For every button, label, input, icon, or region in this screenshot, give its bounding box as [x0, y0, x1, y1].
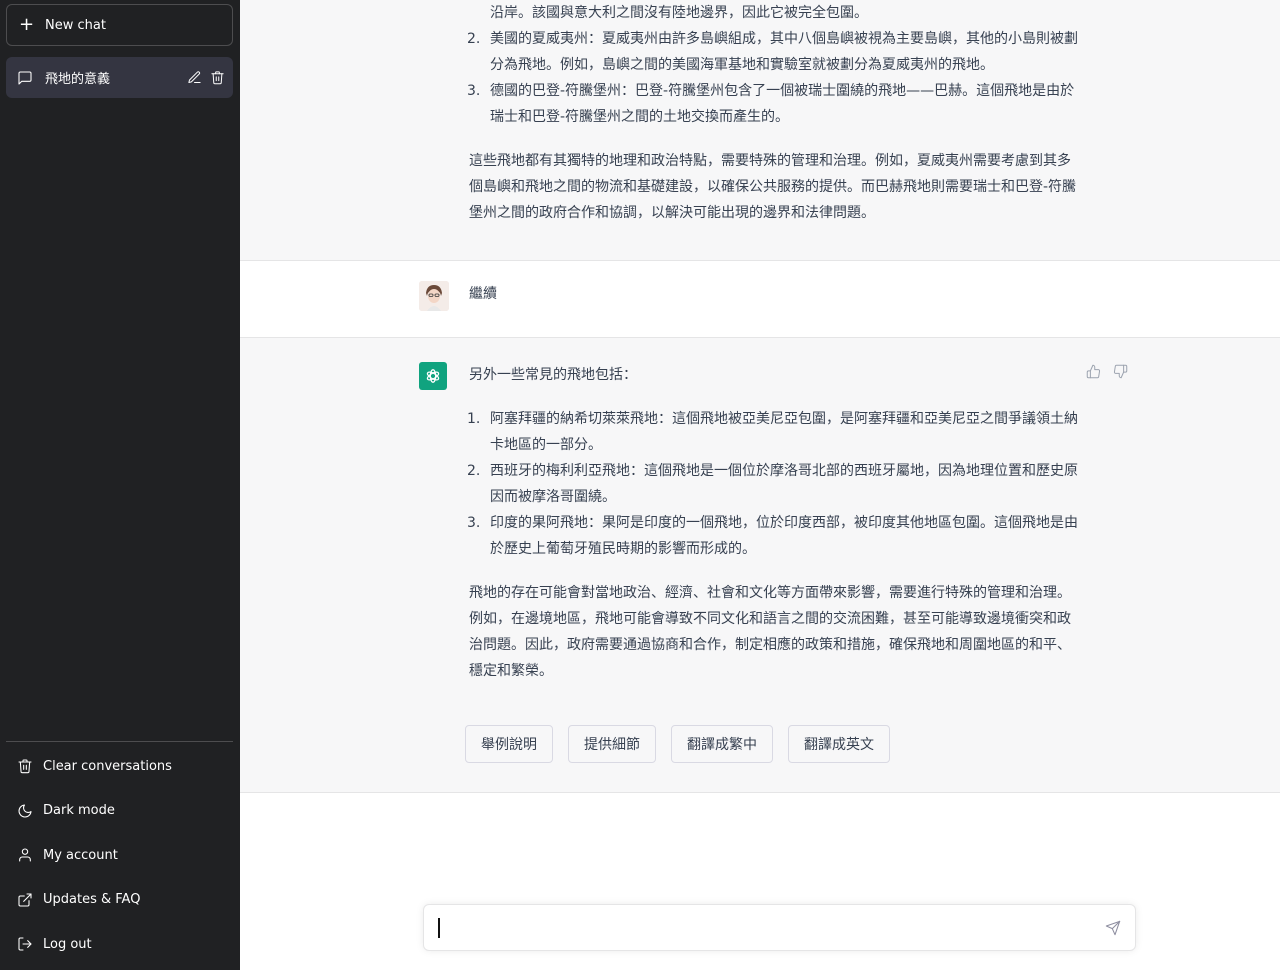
list-number: 1.: [467, 411, 481, 427]
dark-mode-button[interactable]: Dark mode: [6, 789, 233, 834]
feedback-buttons: [1086, 364, 1128, 383]
suggestion-button[interactable]: 翻譯成英文: [788, 725, 890, 763]
enclave-list: 2. 美國的夏威夷州：夏威夷州由許多島嶼組成，其中八個島嶼被視為主要島嶼，其他的小…: [467, 26, 1079, 130]
user-avatar: [419, 281, 449, 311]
conversation-title: 飛地的意義: [45, 72, 111, 87]
suggestion-button[interactable]: 提供細節: [568, 725, 656, 763]
enclave-list: 1. 阿塞拜疆的納希切萊萊飛地：這個飛地被亞美尼亞包圍，是阿塞拜疆和亞美尼亞之間爭…: [467, 406, 1079, 562]
openai-logo-icon: [426, 369, 440, 383]
message-intro: 另外一些常見的飛地包括：: [469, 367, 637, 383]
suggestion-buttons: 舉例說明 提供細節 翻譯成繁中 翻譯成英文: [465, 725, 890, 763]
list-number: 2.: [467, 31, 481, 47]
message-content: 另外一些常見的飛地包括： 1. 阿塞拜疆的納希切萊萊飛地：這個飛地被亞美尼亞包圍，…: [467, 362, 1079, 684]
text-caret: [438, 918, 440, 938]
message-paragraph: 飛地的存在可能會對當地政治、經濟、社會和文化等方面帶來影響，需要進行特殊的管理和…: [469, 585, 1071, 679]
assistant-message: 沿岸。該國與意大利之間沒有陸地邊界，因此它被完全包圍。 2. 美國的夏威夷州：夏威…: [240, 0, 1280, 261]
list-text: 印度的果阿飛地：果阿是印度的一個飛地，位於印度西部，被印度其他地區包圍。這個飛地…: [490, 515, 1078, 557]
list-number: 2.: [467, 463, 481, 479]
edit-icon[interactable]: [187, 70, 202, 85]
message-composer: [423, 904, 1136, 951]
new-chat-button[interactable]: + New chat: [6, 4, 233, 46]
list-item: 3. 德國的巴登-符騰堡州：巴登-符騰堡州包含了一個被瑞士圍繞的飛地——巴赫。這個…: [467, 78, 1079, 130]
new-chat-label: New chat: [45, 17, 106, 33]
list-item: 1. 阿塞拜疆的納希切萊萊飛地：這個飛地被亞美尼亞包圍，是阿塞拜疆和亞美尼亞之間爭…: [467, 406, 1079, 458]
list-number: 3.: [467, 83, 481, 99]
trash-icon: [17, 758, 33, 774]
chat-main: 沿岸。該國與意大利之間沒有陸地邊界，因此它被完全包圍。 2. 美國的夏威夷州：夏威…: [240, 0, 1280, 970]
sidebar: + New chat 飛地的意義 Clear conversations Dar…: [0, 0, 240, 970]
thumbs-down-icon[interactable]: [1113, 364, 1128, 383]
list-text: 西班牙的梅利利亞飛地：這個飛地是一個位於摩洛哥北部的西班牙屬地，因為地理位置和歷…: [490, 463, 1078, 505]
continued-list-text: 沿岸。該國與意大利之間沒有陸地邊界，因此它被完全包圍。: [490, 5, 868, 21]
my-account-button[interactable]: My account: [6, 833, 233, 878]
list-item: 3. 印度的果阿飛地：果阿是印度的一個飛地，位於印度西部，被印度其他地區包圍。這個…: [467, 510, 1079, 562]
user-icon: [17, 847, 33, 863]
user-message-text: 繼續: [469, 286, 497, 302]
suggestion-button[interactable]: 舉例說明: [465, 725, 553, 763]
updates-faq-link[interactable]: Updates & FAQ: [6, 878, 233, 923]
assistant-avatar: [419, 362, 447, 390]
message-content: 沿岸。該國與意大利之間沒有陸地邊界，因此它被完全包圍。 2. 美國的夏威夷州：夏威…: [467, 0, 1079, 226]
dark-mode-label: Dark mode: [43, 803, 115, 819]
list-item: 2. 西班牙的梅利利亞飛地：這個飛地是一個位於摩洛哥北部的西班牙屬地，因為地理位置…: [467, 458, 1079, 510]
send-icon[interactable]: [1105, 920, 1121, 940]
suggestion-button[interactable]: 翻譯成繁中: [671, 725, 773, 763]
thumbs-up-icon[interactable]: [1086, 364, 1101, 383]
log-out-button[interactable]: Log out: [6, 922, 233, 967]
list-number: 3.: [467, 515, 481, 531]
clear-conversations-label: Clear conversations: [43, 758, 172, 774]
delete-icon[interactable]: [210, 70, 225, 85]
list-text: 美國的夏威夷州：夏威夷州由許多島嶼組成，其中八個島嶼被視為主要島嶼，其他的小島則…: [490, 31, 1078, 73]
clear-conversations-button[interactable]: Clear conversations: [6, 744, 233, 789]
message-paragraph: 這些飛地都有其獨特的地理和政治特點，需要特殊的管理和治理。例如，夏威夷州需要考慮…: [469, 153, 1077, 221]
list-item: 2. 美國的夏威夷州：夏威夷州由許多島嶼組成，其中八個島嶼被視為主要島嶼，其他的小…: [467, 26, 1079, 78]
list-text: 德國的巴登-符騰堡州：巴登-符騰堡州包含了一個被瑞士圍繞的飛地——巴赫。這個飛地…: [490, 83, 1075, 125]
conversation-item[interactable]: 飛地的意義: [6, 57, 233, 98]
external-link-icon: [17, 892, 33, 908]
chat-bubble-icon: [17, 70, 33, 86]
list-text: 阿塞拜疆的納希切萊萊飛地：這個飛地被亞美尼亞包圍，是阿塞拜疆和亞美尼亞之間爭議領…: [490, 411, 1078, 453]
logout-icon: [17, 936, 33, 952]
user-message: 繼續: [240, 261, 1280, 338]
moon-icon: [17, 803, 33, 819]
message-input[interactable]: [437, 917, 1077, 939]
sidebar-divider: [6, 741, 233, 742]
plus-icon: +: [19, 14, 35, 35]
updates-faq-label: Updates & FAQ: [43, 892, 141, 908]
my-account-label: My account: [43, 847, 118, 863]
sidebar-menu: Clear conversations Dark mode My account…: [6, 744, 233, 967]
log-out-label: Log out: [43, 936, 92, 952]
